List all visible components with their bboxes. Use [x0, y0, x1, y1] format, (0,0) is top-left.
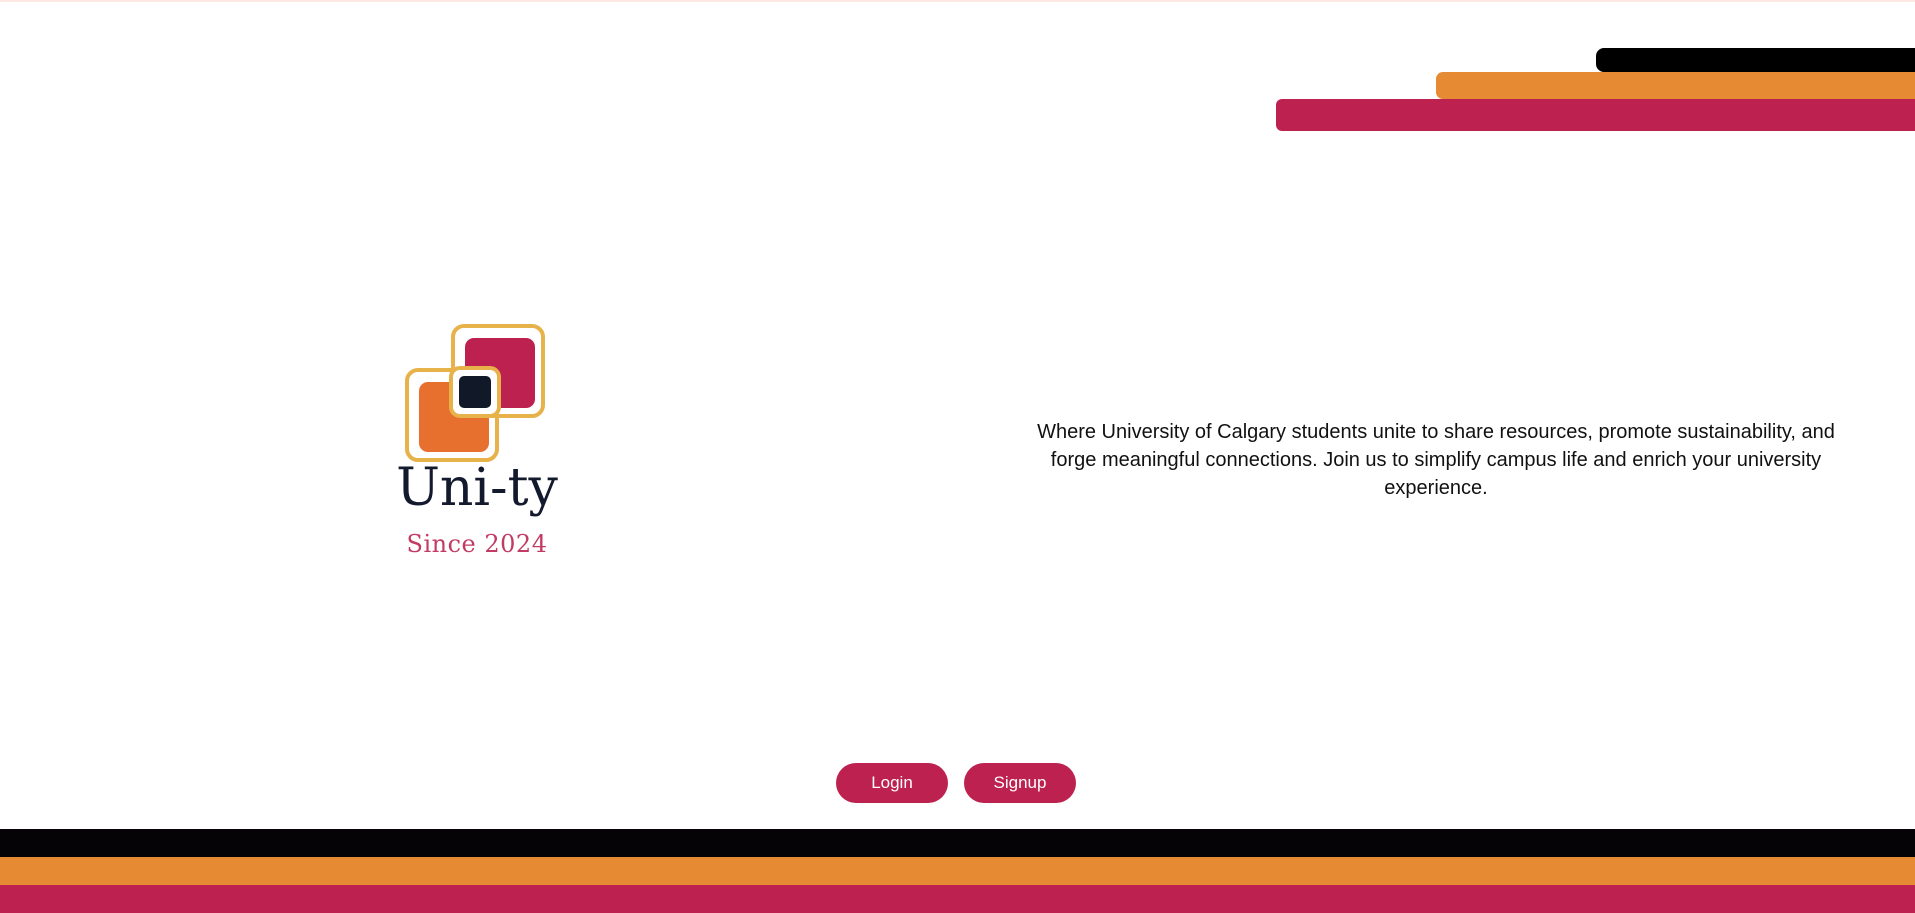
- hero-tagline: Where University of Calgary students uni…: [1037, 421, 1835, 499]
- brand-name: Uni-ty: [396, 458, 558, 518]
- footer-band-orange: [0, 857, 1915, 885]
- brand-since: Since 2024: [406, 530, 548, 558]
- signup-button[interactable]: Signup: [964, 763, 1076, 803]
- top-hairline: [0, 0, 1915, 2]
- login-button[interactable]: Login: [836, 763, 948, 803]
- logo: [395, 320, 560, 565]
- header-stripe-orange: [1436, 72, 1915, 99]
- footer-band-red: [0, 885, 1915, 913]
- header-stripe-black: [1596, 48, 1915, 72]
- overlapping-squares-logo-icon: [405, 324, 545, 462]
- footer-band-black: [0, 829, 1915, 857]
- header-stripe-red: [1276, 99, 1915, 131]
